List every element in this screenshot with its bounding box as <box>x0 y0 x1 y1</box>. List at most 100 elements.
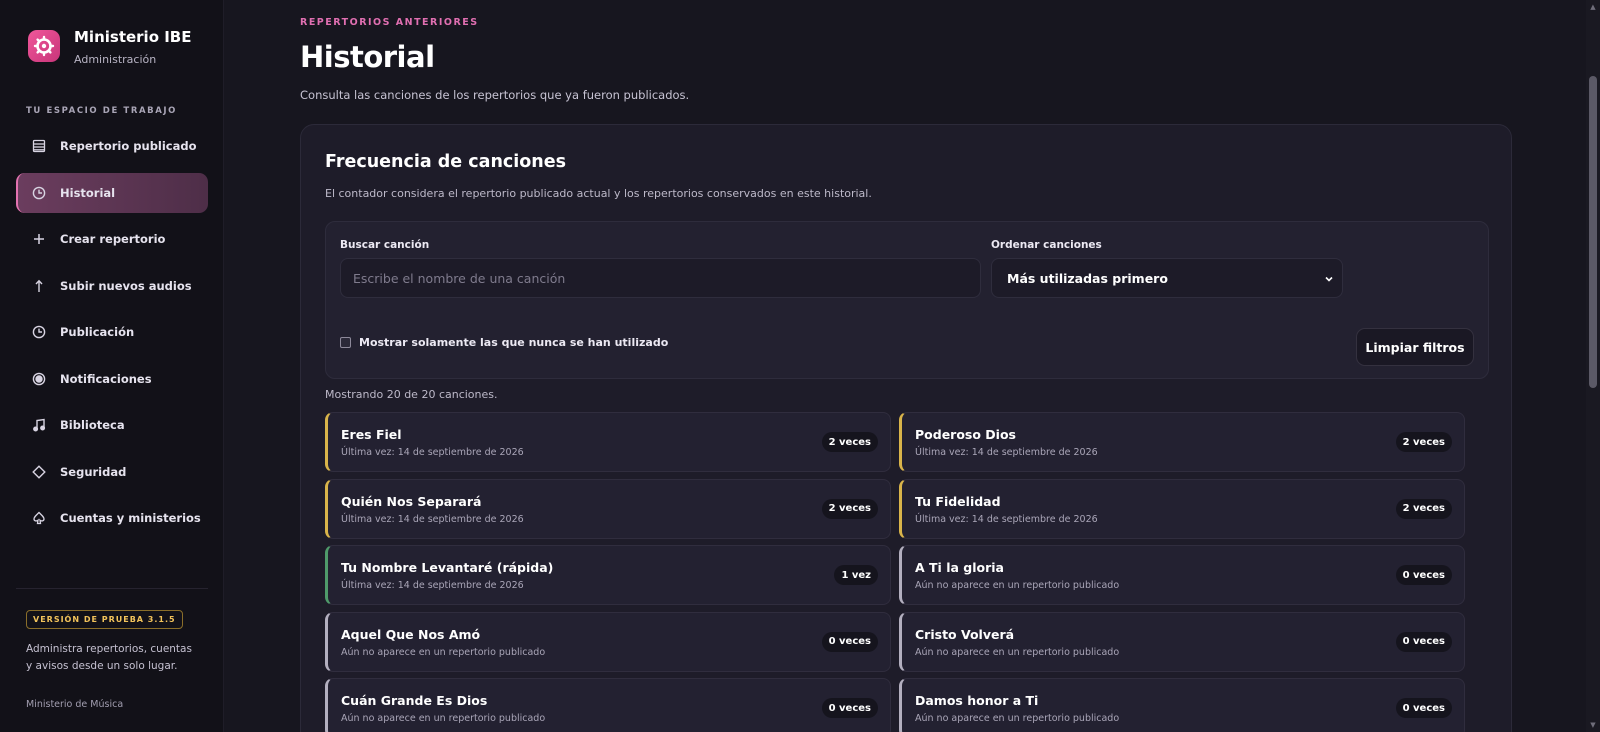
sidebar-item-label: Crear repertorio <box>60 232 166 246</box>
spade-icon <box>31 510 47 526</box>
song-title: Tu Nombre Levantaré (rápida) <box>341 560 554 575</box>
song-last-used: Última vez: 14 de septiembre de 2026 <box>915 447 1098 458</box>
brand[interactable]: Ministerio IBE Administración <box>28 28 192 66</box>
brand-logo-icon <box>28 30 60 62</box>
sidebar-item-repertorio-publicado[interactable]: Repertorio publicado <box>16 126 208 166</box>
song-card[interactable]: Poderoso Dios Última vez: 14 de septiembr… <box>899 412 1465 472</box>
filters-panel: Buscar canción Ordenar canciones Más uti… <box>325 221 1489 379</box>
sidebar-item-seguridad[interactable]: Seguridad <box>16 452 208 492</box>
card-title: Frecuencia de canciones <box>325 152 567 172</box>
page-scrollbar[interactable]: ▲ ▼ <box>1586 0 1600 732</box>
song-card[interactable]: Eres Fiel Última vez: 14 de septiembre de… <box>325 412 891 472</box>
music-note-icon <box>31 417 47 433</box>
sidebar-description: Administra repertorios, cuentas y avisos… <box>26 643 192 672</box>
song-frequency-card: Frecuencia de canciones El contador cons… <box>300 124 1512 732</box>
song-card[interactable]: Cristo Volverá Aún no aparece en un reper… <box>899 611 1465 672</box>
brand-title: Ministerio IBE <box>74 28 192 46</box>
usage-count-badge: 1 vez <box>834 565 878 585</box>
song-title: A Ti la gloria <box>915 560 1004 575</box>
sort-select[interactable]: Más utilizadas primero <box>991 258 1343 298</box>
song-card[interactable]: Cuán Grande Es Dios Aún no aparece en un … <box>325 678 891 732</box>
sidebar-item-label: Cuentas y ministerios <box>60 511 201 525</box>
list-icon <box>31 138 47 154</box>
sidebar-item-label: Notificaciones <box>60 371 152 386</box>
song-title: Eres Fiel <box>341 427 402 442</box>
sidebar-item-label: Subir nuevos audios <box>60 278 192 293</box>
song-title: Poderoso Dios <box>915 427 1016 442</box>
search-label: Buscar canción <box>340 239 430 251</box>
sidebar-item-label: Repertorio publicado <box>60 139 197 153</box>
song-last-used: Última vez: 14 de septiembre de 2026 <box>915 513 1098 525</box>
song-title: Cristo Volverá <box>915 626 1015 642</box>
sidebar-item-biblioteca[interactable]: Biblioteca <box>16 405 208 445</box>
sidebar-item-subir-audios[interactable]: Subir nuevos audios <box>16 266 208 306</box>
song-title: Damos honor a Ti <box>915 693 1039 708</box>
usage-count-badge: 0 veces <box>1395 631 1452 652</box>
usage-count-badge: 0 veces <box>821 698 878 718</box>
song-last-used: Última vez: 14 de septiembre de 2026 <box>341 580 524 591</box>
clear-filters-button[interactable]: Limpiar filtros <box>1356 328 1474 366</box>
song-card[interactable]: Damos honor a Ti Aún no aparece en un rep… <box>899 678 1465 732</box>
results-count: Mostrando 20 de 20 canciones. <box>325 388 498 401</box>
clock-icon <box>31 185 47 201</box>
song-search-input[interactable] <box>340 258 981 298</box>
sidebar-item-cuentas-ministerios[interactable]: Cuentas y ministerios <box>16 498 208 538</box>
usage-count-badge: 2 veces <box>1395 432 1452 452</box>
song-card[interactable]: Tu Nombre Levantaré (rápida) Última vez: … <box>325 545 891 605</box>
sidebar-item-historial[interactable]: Historial <box>16 172 208 213</box>
sort-select-value: Más utilizadas primero <box>1007 270 1168 286</box>
song-last-used: Última vez: 14 de septiembre de 2026 <box>341 447 524 458</box>
plus-icon <box>31 231 47 247</box>
never-used-checkbox[interactable] <box>340 337 351 348</box>
sort-label: Ordenar canciones <box>991 239 1102 251</box>
scrollbar-thumb[interactable] <box>1589 76 1597 388</box>
sidebar-divider <box>16 588 208 589</box>
sidebar: Ministerio IBE Administración TU ESPACIO… <box>0 0 224 732</box>
sidebar-item-publicacion[interactable]: Publicación <box>16 312 208 352</box>
usage-count-badge: 2 veces <box>1395 498 1452 519</box>
sidebar-nav: Repertorio publicado Historial Crear rep… <box>16 126 208 545</box>
song-last-used: Aún no aparece en un repertorio publicad… <box>341 713 546 724</box>
sidebar-item-notificaciones[interactable]: Notificaciones <box>16 359 208 399</box>
song-last-used: Aún no aparece en un repertorio publicad… <box>915 646 1120 658</box>
sidebar-item-crear-repertorio[interactable]: Crear repertorio <box>16 219 208 259</box>
radio-icon <box>31 371 47 387</box>
workspace-section-label: TU ESPACIO DE TRABAJO <box>26 106 177 116</box>
song-title: Quién Nos Separará <box>341 493 482 509</box>
usage-count-badge: 0 veces <box>1395 565 1452 585</box>
diamond-icon <box>31 464 47 480</box>
page-description: Consulta las canciones de los repertorio… <box>300 88 690 102</box>
song-title: Tu Fidelidad <box>915 493 1001 509</box>
version-badge: VERSIÓN DE PRUEBA 3.1.5 <box>26 610 183 629</box>
sidebar-footer: Ministerio de Música <box>26 699 124 710</box>
song-card[interactable]: Aquel Que Nos Amó Aún no aparece en un re… <box>325 611 891 672</box>
scroll-down-icon[interactable]: ▼ <box>1589 721 1597 729</box>
usage-count-badge: 2 veces <box>821 498 878 519</box>
song-last-used: Aún no aparece en un repertorio publicad… <box>341 646 546 658</box>
song-card[interactable]: Quién Nos Separará Última vez: 14 de sept… <box>325 478 891 539</box>
sidebar-item-label: Historial <box>60 185 116 200</box>
song-last-used: Aún no aparece en un repertorio publicad… <box>915 713 1120 724</box>
never-used-toggle[interactable]: Mostrar solamente las que nunca se han u… <box>340 336 668 349</box>
sidebar-item-label: Publicación <box>60 325 135 339</box>
never-used-label: Mostrar solamente las que nunca se han u… <box>359 336 669 349</box>
song-title: Aquel Que Nos Amó <box>341 626 481 642</box>
song-last-used: Última vez: 14 de septiembre de 2026 <box>341 513 524 525</box>
song-card[interactable]: A Ti la gloria Aún no aparece en un reper… <box>899 545 1465 605</box>
sidebar-item-label: Seguridad <box>60 464 127 479</box>
page-title: Historial <box>300 40 435 74</box>
clock-icon <box>31 324 47 340</box>
card-description: El contador considera el repertorio publ… <box>325 187 872 200</box>
brand-subtitle: Administración <box>74 53 157 66</box>
sidebar-item-label: Biblioteca <box>60 418 125 432</box>
usage-count-badge: 0 veces <box>1395 698 1452 718</box>
song-title: Cuán Grande Es Dios <box>341 693 488 708</box>
chevron-down-icon <box>1324 272 1334 287</box>
usage-count-badge: 0 veces <box>821 631 878 652</box>
page-eyebrow: REPERTORIOS ANTERIORES <box>300 17 479 28</box>
song-card[interactable]: Tu Fidelidad Última vez: 14 de septiembre… <box>899 478 1465 539</box>
song-last-used: Aún no aparece en un repertorio publicad… <box>915 580 1120 591</box>
scroll-up-icon[interactable]: ▲ <box>1589 3 1597 11</box>
arrow-up-icon <box>31 278 47 294</box>
usage-count-badge: 2 veces <box>821 432 878 452</box>
